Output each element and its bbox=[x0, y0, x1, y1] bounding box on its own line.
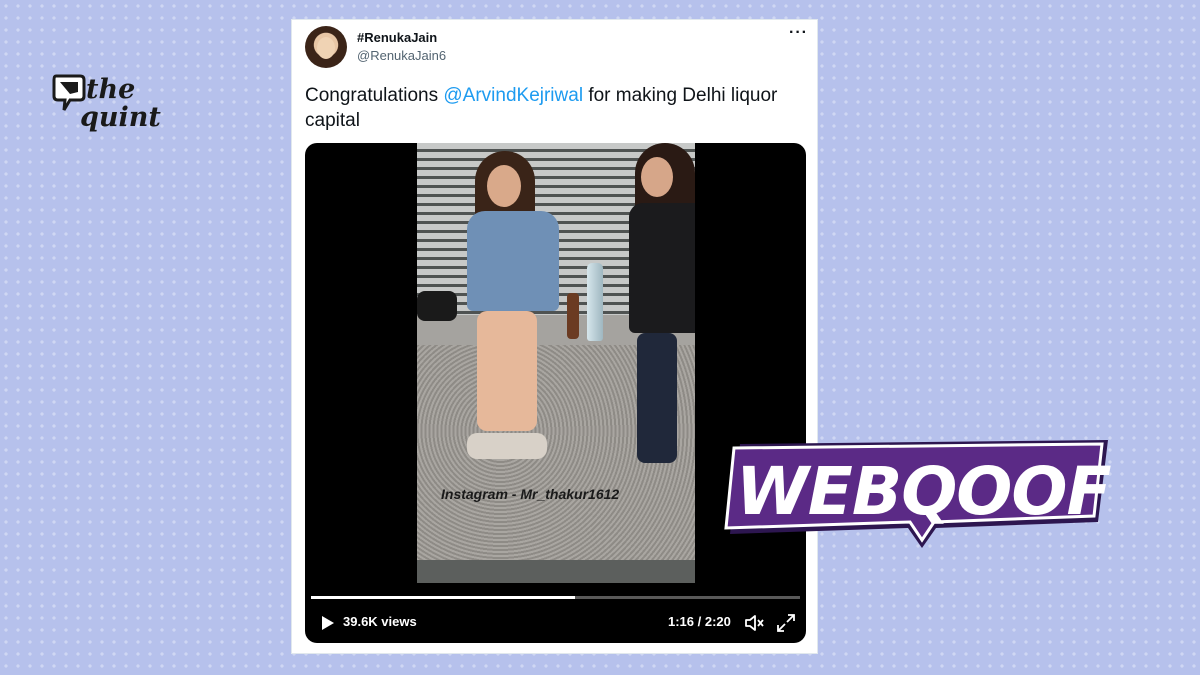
play-icon[interactable] bbox=[317, 613, 337, 633]
webqoof-label: WEBQOOF bbox=[736, 453, 1112, 530]
tweet-text-before: Congratulations bbox=[305, 85, 444, 106]
progress-bar[interactable] bbox=[311, 596, 800, 599]
user-handle[interactable]: @RenukaJain6 bbox=[357, 48, 446, 63]
logo-the-text: the bbox=[86, 74, 136, 105]
mention-link[interactable]: @ArvindKejriwal bbox=[443, 85, 583, 106]
view-count: 39.6K views bbox=[343, 614, 417, 629]
webqoof-badge: WEBQOOF bbox=[712, 430, 1112, 550]
display-name[interactable]: #RenukaJain bbox=[357, 30, 437, 45]
person-left bbox=[457, 151, 567, 471]
tweet-card: #RenukaJain @RenukaJain6 ··· Congratulat… bbox=[291, 19, 818, 654]
the-quint-logo: the quint bbox=[52, 74, 172, 144]
tweet-text: Congratulations @ArvindKejriwal for maki… bbox=[305, 83, 785, 133]
video-time: 1:16 / 2:20 bbox=[668, 614, 731, 629]
person-right bbox=[627, 143, 695, 483]
avatar[interactable] bbox=[305, 26, 347, 68]
mute-icon[interactable] bbox=[743, 612, 765, 634]
more-options-icon[interactable]: ··· bbox=[789, 24, 808, 42]
video-frame bbox=[417, 143, 695, 583]
video-player[interactable]: Instagram - Mr_thakur1612 39.6K views 1:… bbox=[305, 143, 806, 643]
logo-quint-text: quint bbox=[80, 102, 161, 133]
fullscreen-icon[interactable] bbox=[775, 612, 797, 634]
video-watermark: Instagram - Mr_thakur1612 bbox=[441, 486, 620, 502]
progress-fill bbox=[311, 596, 576, 599]
